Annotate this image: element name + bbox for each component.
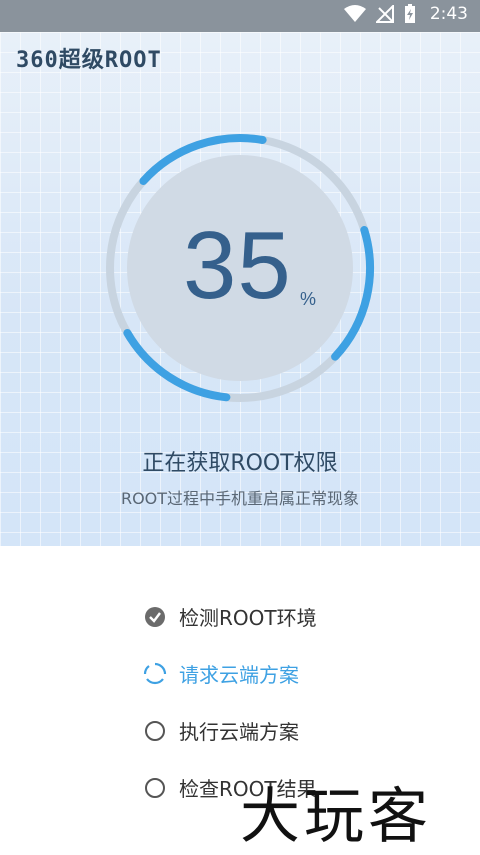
no-signal-icon [375,5,394,23]
progress-percent-sign: % [300,289,317,309]
status-bar: 2:43 [0,0,480,32]
watermark-text: 大玩客 [240,782,432,852]
status-title: 正在获取ROOT权限 [142,451,338,476]
battery-charging-icon [404,4,415,23]
status-icons: 2:43 [343,4,468,24]
step-item: 请求云端方案 [143,645,443,702]
progress-percent-value: 35 [183,212,292,319]
step-label: 执行云端方案 [179,720,299,744]
empty-circle-icon [145,720,165,741]
step-item: 检测ROOT环境 [143,588,443,645]
step-item: 执行云端方案 [143,702,443,759]
loading-spinner-icon [143,662,167,684]
step-label: 检测ROOT环境 [179,606,317,630]
check-circle-icon [145,606,165,627]
step-label: 请求云端方案 [179,663,299,687]
hero-panel: 360超级ROOT 35 % 正在获取ROOT权限 ROOT过程中手机重启属正常… [0,32,480,546]
status-subtitle: ROOT过程中手机重启属正常现象 [120,489,360,508]
wifi-icon [343,5,366,22]
empty-circle-icon [145,777,165,798]
status-time: 2:43 [429,4,468,24]
